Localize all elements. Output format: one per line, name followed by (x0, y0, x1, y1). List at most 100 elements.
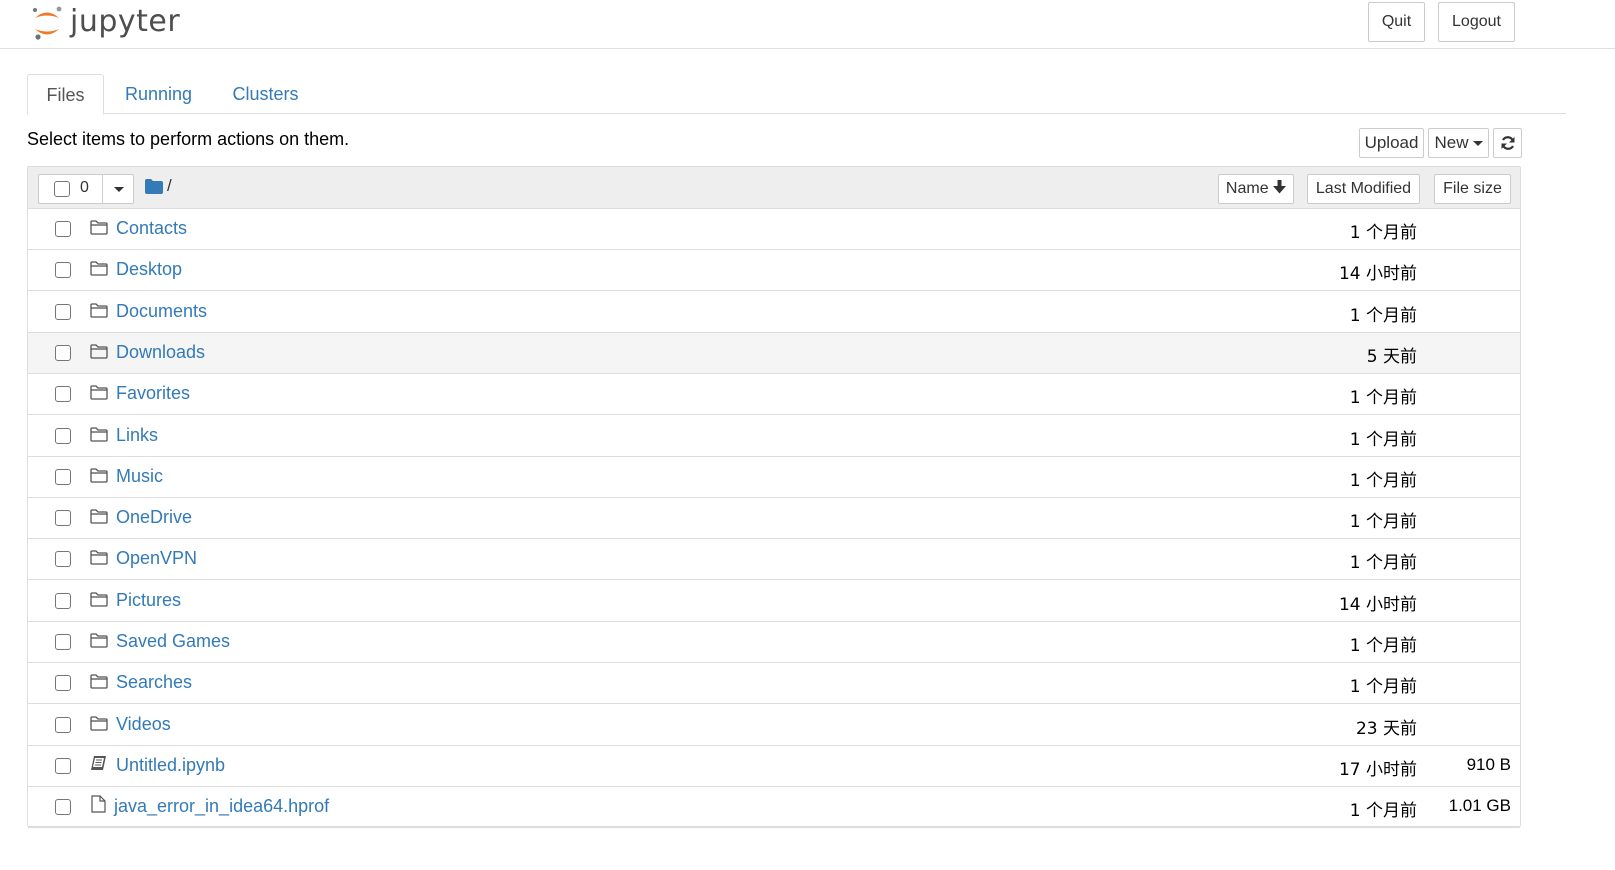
item-last-modified: 1 个月前 (1349, 553, 1417, 574)
folder-icon (90, 550, 108, 570)
folder-icon (90, 220, 108, 240)
list-item[interactable]: Untitled.ipynb 17 小时前 910 B (28, 746, 1520, 787)
notebook-icon (90, 755, 107, 777)
folder-icon (90, 592, 108, 612)
item-name-link[interactable]: Links (116, 425, 158, 446)
item-name-link[interactable]: Contacts (116, 218, 187, 239)
sort-name-button[interactable]: Name (1218, 174, 1294, 204)
item-checkbox[interactable] (55, 510, 71, 527)
tab-clusters[interactable]: Clusters (222, 74, 309, 114)
list-item[interactable]: Searches 1 个月前 (28, 663, 1520, 705)
item-checkbox[interactable] (55, 592, 71, 609)
item-last-modified: 1 个月前 (1349, 636, 1417, 656)
logout-button[interactable]: Logout (1438, 2, 1515, 42)
list-item[interactable]: Downloads 5 天前 (28, 332, 1520, 374)
item-checkbox[interactable] (55, 344, 71, 361)
jupyter-logo[interactable]: jupyter (32, 4, 182, 42)
item-last-modified: 1 个月前 (1349, 429, 1417, 450)
item-name-link[interactable]: Documents (116, 301, 207, 322)
item-last-modified: 23 天前 (1355, 718, 1417, 739)
item-last-modified: 1 个月前 (1349, 305, 1417, 326)
item-last-modified: 1 个月前 (1349, 223, 1417, 243)
item-last-modified: 14 小时前 (1338, 594, 1417, 615)
item-name-link[interactable]: Pictures (116, 590, 181, 611)
select-all-checkbox[interactable] (54, 181, 70, 197)
file-list: 0 / Name Last Modified File size Contact… (27, 166, 1521, 829)
item-checkbox[interactable] (55, 757, 71, 774)
list-item[interactable]: Videos 23 天前 (28, 705, 1520, 746)
list-item[interactable]: Music 1 个月前 (28, 457, 1520, 498)
item-last-modified: 14 小时前 (1338, 264, 1417, 285)
folder-icon (90, 344, 108, 364)
item-name-link[interactable]: Saved Games (116, 631, 230, 652)
item-last-modified: 17 小时前 (1338, 759, 1417, 780)
refresh-icon (1501, 136, 1515, 150)
item-checkbox[interactable] (55, 427, 71, 444)
folder-icon (90, 426, 108, 447)
list-item[interactable]: OneDrive 1 个月前 (28, 498, 1520, 540)
list-header: 0 / Name Last Modified File size (28, 167, 1520, 209)
logo-text: jupyter (70, 4, 181, 39)
item-name-link[interactable]: OpenVPN (116, 548, 197, 569)
item-name-link[interactable]: Videos (116, 714, 171, 735)
upload-button[interactable]: Upload (1359, 128, 1424, 158)
select-all-group: 0 (38, 174, 134, 204)
item-checkbox[interactable] (55, 634, 71, 650)
item-last-modified: 5 天前 (1366, 346, 1417, 367)
item-checkbox[interactable] (55, 303, 71, 320)
folder-icon (90, 674, 108, 694)
item-name-link[interactable]: Music (116, 466, 163, 487)
new-label: New (1434, 133, 1469, 152)
item-checkbox[interactable] (55, 799, 71, 816)
item-name-link[interactable]: Downloads (116, 342, 205, 363)
item-checkbox[interactable] (55, 468, 71, 485)
breadcrumb-path[interactable]: / (167, 176, 172, 196)
item-name-link[interactable]: OneDrive (116, 507, 192, 528)
folder-icon (90, 302, 108, 323)
item-checkbox[interactable] (55, 221, 71, 237)
folder-icon[interactable] (145, 179, 163, 194)
list-item[interactable]: OpenVPN 1 个月前 (28, 539, 1520, 581)
list-item[interactable]: Saved Games 1 个月前 (28, 622, 1520, 663)
sort-last-modified-button[interactable]: Last Modified (1307, 174, 1420, 204)
item-name-link[interactable]: java_error_in_idea64.hprof (114, 796, 329, 817)
list-item[interactable]: Documents 1 个月前 (28, 292, 1520, 333)
select-dropdown-button[interactable] (102, 175, 134, 203)
file-icon (91, 795, 106, 818)
folder-icon (90, 633, 108, 653)
item-checkbox[interactable] (55, 716, 71, 733)
list-item[interactable]: Contacts 1 个月前 (28, 209, 1520, 250)
arrow-down-icon (1273, 180, 1287, 194)
jupyter-logo-icon (33, 6, 62, 40)
list-item[interactable]: Desktop 14 小时前 (28, 250, 1520, 292)
list-item[interactable]: java_error_in_idea64.hprof 1 个月前 1.01 GB (28, 787, 1520, 829)
item-checkbox[interactable] (55, 675, 71, 692)
tab-running[interactable]: Running (115, 74, 202, 114)
item-name-link[interactable]: Searches (116, 672, 192, 693)
folder-icon (90, 468, 108, 488)
new-dropdown-button[interactable]: New (1428, 128, 1489, 158)
folder-icon (90, 715, 108, 736)
tab-files[interactable]: Files (27, 74, 104, 115)
item-last-modified: 1 个月前 (1349, 512, 1417, 533)
list-item[interactable]: Pictures 14 小时前 (28, 581, 1520, 622)
item-last-modified: 1 个月前 (1349, 470, 1417, 491)
item-checkbox[interactable] (55, 551, 71, 568)
sort-name-label: Name (1225, 180, 1269, 197)
quit-button[interactable]: Quit (1368, 2, 1425, 42)
refresh-button[interactable] (1493, 128, 1522, 158)
item-name-link[interactable]: Untitled.ipynb (116, 755, 225, 776)
sort-file-size-button[interactable]: File size (1434, 174, 1511, 204)
list-item[interactable]: Links 1 个月前 (28, 416, 1520, 457)
item-name-link[interactable]: Desktop (116, 259, 182, 280)
item-last-modified: 1 个月前 (1349, 801, 1417, 822)
item-name-link[interactable]: Favorites (116, 383, 190, 404)
header-bar: jupyter Quit Logout (0, 0, 1615, 49)
item-checkbox[interactable] (55, 386, 71, 403)
folder-icon (90, 261, 108, 281)
tab-bar: Files Running Clusters (27, 74, 1566, 115)
item-checkbox[interactable] (55, 262, 71, 279)
item-last-modified: 1 个月前 (1349, 677, 1417, 698)
list-item[interactable]: Favorites 1 个月前 (28, 374, 1520, 416)
folder-icon (90, 509, 108, 529)
